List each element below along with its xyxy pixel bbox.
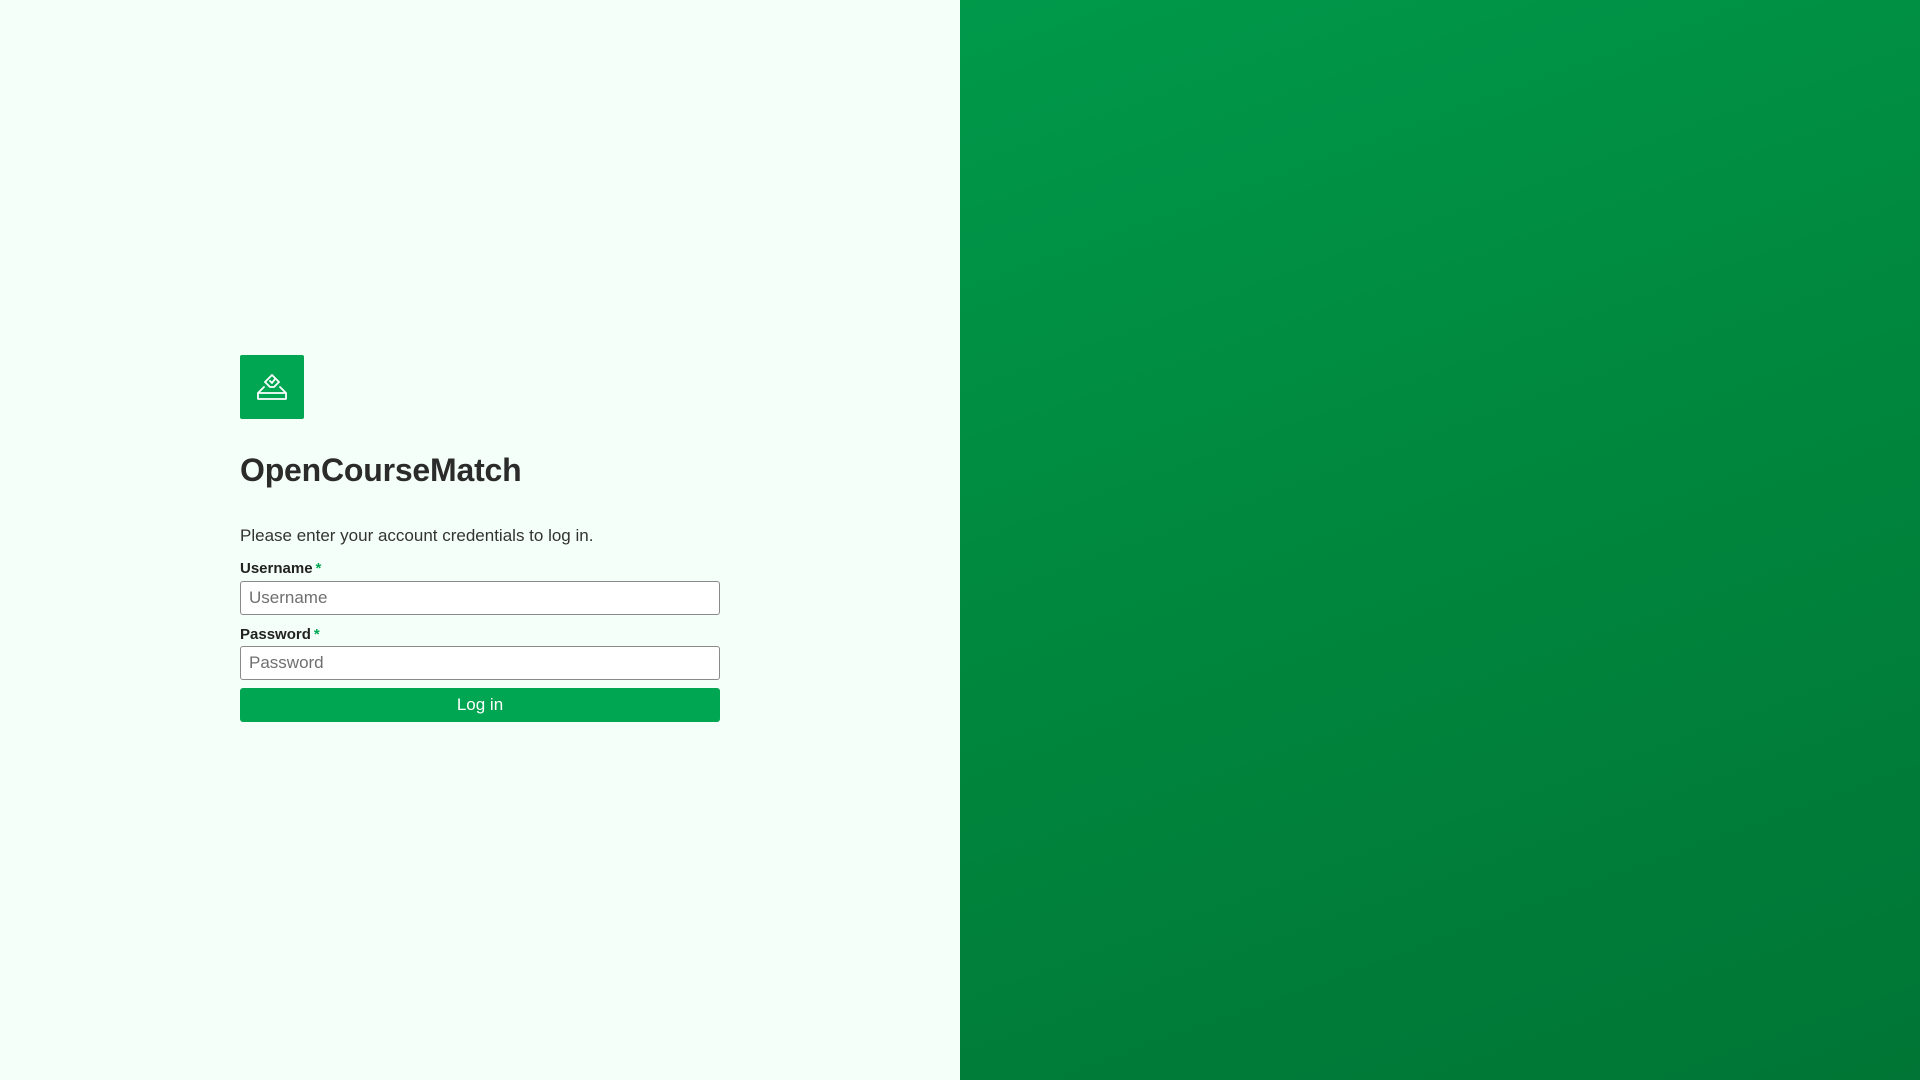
login-page: OpenCourseMatch Please enter your accoun… bbox=[0, 0, 1920, 1080]
password-input[interactable] bbox=[240, 646, 720, 681]
login-panel: OpenCourseMatch Please enter your accoun… bbox=[0, 0, 960, 1080]
username-label: Username * bbox=[240, 559, 720, 579]
required-marker: * bbox=[315, 560, 322, 578]
login-button[interactable]: Log in bbox=[240, 688, 720, 723]
required-marker: * bbox=[313, 625, 320, 643]
app-logo bbox=[240, 355, 304, 419]
username-label-text: Username bbox=[240, 560, 313, 578]
login-instructions: Please enter your account credentials to… bbox=[240, 526, 594, 546]
password-label-text: Password bbox=[240, 625, 311, 643]
username-field-group: Username * bbox=[240, 559, 720, 615]
app-title: OpenCourseMatch bbox=[240, 452, 522, 488]
password-label: Password * bbox=[240, 625, 720, 645]
login-form: OpenCourseMatch Please enter your accoun… bbox=[240, 355, 720, 723]
brand-background-panel bbox=[960, 0, 1920, 1080]
username-input[interactable] bbox=[240, 580, 720, 615]
ballot-box-icon bbox=[257, 374, 287, 400]
password-field-group: Password * bbox=[240, 625, 720, 681]
